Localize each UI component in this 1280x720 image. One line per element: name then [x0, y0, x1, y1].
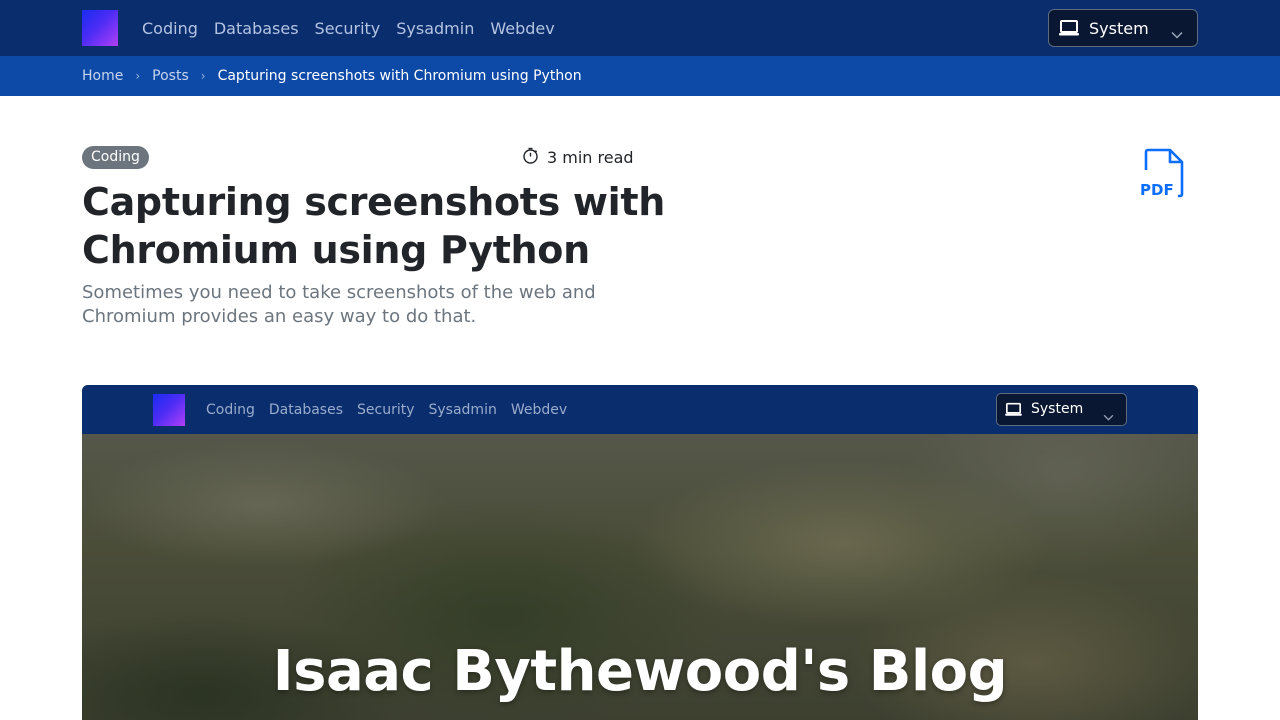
chevron-down-icon [1103, 406, 1114, 425]
site-logo[interactable] [82, 10, 118, 46]
nav-link-webdev[interactable]: Webdev [490, 19, 554, 38]
image-nav: Coding Databases Security Sysadmin Webde… [206, 385, 567, 434]
image-nav-link-webdev: Webdev [510, 401, 568, 418]
breadcrumb-posts[interactable]: Posts [152, 68, 189, 84]
read-time: 3 min read [522, 147, 634, 168]
image-nav-link-databases: Databases [268, 401, 343, 418]
image-nav-link-coding: Coding [206, 401, 255, 418]
stopwatch-icon [522, 147, 539, 168]
nav-link-coding[interactable]: Coding [142, 19, 198, 38]
image-nav-link-sysadmin: Sysadmin [428, 401, 497, 418]
nav-link-sysadmin[interactable]: Sysadmin [396, 19, 474, 38]
breadcrumb-home[interactable]: Home [82, 68, 123, 84]
file-pdf-icon: PDF [1140, 148, 1184, 199]
nav-link-databases[interactable]: Databases [214, 19, 299, 38]
image-navbar: Coding Databases Security Sysadmin Webde… [82, 385, 1198, 434]
chevron-down-icon [1171, 24, 1183, 43]
image-site-logo [153, 394, 185, 426]
image-nav-link-security: Security [357, 401, 415, 418]
theme-select[interactable]: System [1048, 9, 1198, 47]
image-theme-select-value: System [1031, 401, 1084, 417]
theme-select-value: System [1089, 19, 1149, 38]
main-nav: Coding Databases Security Sysadmin Webde… [142, 0, 555, 56]
page-subtitle: Sometimes you need to take screenshots o… [82, 282, 596, 327]
pdf-icon-label: PDF [1140, 181, 1174, 199]
laptop-icon [1058, 19, 1080, 41]
category-badge[interactable]: Coding [82, 146, 149, 169]
breadcrumb-bar: Home › Posts › Capturing screenshots wit… [0, 56, 1280, 96]
chevron-right-icon: › [200, 69, 206, 83]
chevron-right-icon: › [135, 69, 141, 83]
top-navbar: Coding Databases Security Sysadmin Webde… [0, 0, 1280, 56]
image-theme-select: System [996, 393, 1127, 426]
breadcrumb: Home › Posts › Capturing screenshots wit… [82, 56, 582, 96]
image-hero-title: Isaac Bythewood's Blog [272, 639, 1008, 704]
laptop-icon [1004, 402, 1023, 421]
download-pdf-button[interactable]: PDF [1138, 148, 1186, 200]
featured-image: Coding Databases Security Sysadmin Webde… [82, 385, 1198, 720]
read-time-text: 3 min read [547, 148, 634, 167]
page-title: Capturing screenshots with Chromium usin… [82, 180, 666, 272]
breadcrumb-current: Capturing screenshots with Chromium usin… [217, 68, 582, 84]
nav-link-security[interactable]: Security [315, 19, 381, 38]
